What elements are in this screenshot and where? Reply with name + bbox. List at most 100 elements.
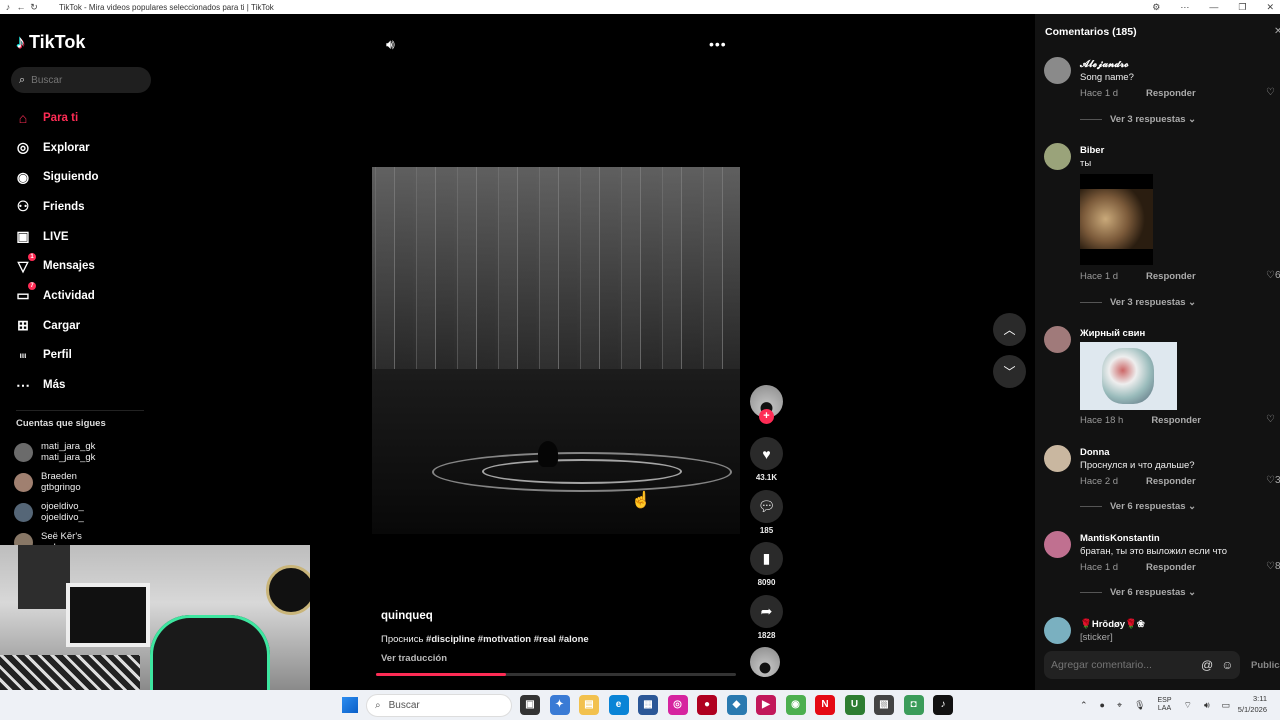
language-indicator[interactable]: ESP LAA	[1158, 697, 1172, 713]
sidebar-search[interactable]: ⌕	[11, 67, 151, 93]
comment-author[interactable]: Жирный свин	[1080, 328, 1145, 339]
heart-icon[interactable]: ♥	[750, 437, 783, 470]
video-progress-bar[interactable]	[376, 673, 736, 676]
close-button[interactable]: ✕	[1266, 0, 1274, 14]
comment-like[interactable]: ♡	[1266, 87, 1275, 98]
capcut-icon[interactable]: ▶	[756, 695, 776, 715]
sidebar-item-perfil[interactable]: ιιι Perfil	[14, 341, 154, 371]
view-replies-button[interactable]: Ver 3 respuestas ⌄	[1080, 114, 1196, 125]
chevron-up-icon[interactable]: ⌃	[1080, 700, 1088, 711]
reply-button[interactable]: Responder	[1146, 88, 1196, 99]
emoji-icon[interactable]: ☺	[1221, 658, 1233, 672]
taskbar-search[interactable]: ⌕ Buscar	[366, 694, 512, 717]
chrome-icon[interactable]: ◉	[785, 695, 806, 715]
caption-hashtags[interactable]: #discipline #motivation #real #alone	[426, 634, 589, 645]
back-icon[interactable]: ←	[16, 2, 26, 12]
file-explorer-icon[interactable]: ▤	[579, 695, 599, 715]
music-disc-icon[interactable]	[750, 647, 780, 677]
instagram-icon[interactable]: ◎	[667, 695, 688, 715]
avatar[interactable]	[1044, 617, 1071, 644]
next-video-button[interactable]: ﹀	[993, 355, 1026, 388]
previous-video-button[interactable]: ︿	[993, 313, 1026, 346]
publish-button[interactable]: Publicar	[1251, 660, 1280, 671]
app-red-icon[interactable]: ●	[697, 695, 717, 715]
share-icon[interactable]: ➦	[750, 595, 783, 628]
store-icon[interactable]: ▦	[638, 695, 658, 715]
maximize-button[interactable]: ❐	[1238, 0, 1246, 14]
avatar[interactable]	[1044, 531, 1071, 558]
comment-icon[interactable]: 💬︎	[750, 490, 783, 523]
following-account[interactable]: Braeden gtbgringo	[14, 467, 95, 497]
comment-action[interactable]: 💬︎ 185	[750, 490, 783, 535]
view-replies-button[interactable]: Ver 3 respuestas ⌄	[1080, 297, 1196, 308]
app-tray-icon[interactable]: ●	[1100, 700, 1105, 710]
reply-button[interactable]: Responder	[1146, 476, 1196, 487]
wifi-icon[interactable]: ⌔	[1184, 700, 1192, 711]
more-options-icon[interactable]: •••	[709, 36, 727, 52]
sidebar-item-mas[interactable]: ⋯ Más	[14, 370, 154, 400]
sidebar-item-explorar[interactable]: ◎ Explorar	[14, 133, 154, 163]
comment-input-box[interactable]: @ ☺	[1044, 651, 1240, 679]
tiktok-logo[interactable]: ♪ TikTok	[16, 32, 85, 53]
avatar[interactable]	[1044, 143, 1071, 170]
reply-button[interactable]: Responder	[1146, 271, 1196, 282]
copilot-icon[interactable]: ✦	[549, 695, 570, 715]
netflix-icon[interactable]: N	[815, 695, 835, 715]
pin-icon[interactable]: ⌖	[1117, 700, 1122, 711]
avatar[interactable]	[1044, 445, 1071, 472]
battery-icon[interactable]: ▭	[1222, 700, 1231, 711]
author-avatar-button[interactable]: +	[750, 385, 783, 424]
video-author[interactable]: quinqueq	[381, 610, 433, 622]
save-action[interactable]: ▮ 8090	[750, 542, 783, 587]
sidebar-item-friends[interactable]: ⚇ Friends	[14, 192, 154, 222]
notes-icon[interactable]: ▧	[874, 695, 894, 715]
avatar[interactable]	[1044, 57, 1071, 84]
sound-disc[interactable]	[750, 647, 783, 677]
comment-like[interactable]: ♡	[1266, 414, 1275, 425]
share-action[interactable]: ➦ 1828	[750, 595, 783, 640]
sidebar-item-para-ti[interactable]: ⌂ Para ti	[14, 103, 154, 133]
comment-like[interactable]: ♡6	[1266, 270, 1280, 281]
microphone-icon[interactable]: 🎙︎	[1134, 700, 1145, 711]
comment-author[interactable]: MantisKonstantin	[1080, 533, 1160, 544]
comment-author[interactable]: 𝓐𝓵𝓮𝓳𝓪𝓷𝓭𝓻𝓸	[1080, 59, 1129, 70]
video-player[interactable]	[372, 167, 740, 534]
comment-author[interactable]: Biber	[1080, 145, 1104, 156]
sidebar-item-siguiendo[interactable]: ◉ Siguiendo	[14, 162, 154, 192]
settings-icon[interactable]: ⋯	[1180, 0, 1189, 14]
taskbar-clock[interactable]: 3:11 5/1/2026	[1231, 693, 1267, 715]
close-icon[interactable]: ✕	[1274, 26, 1280, 37]
view-replies-button[interactable]: Ver 6 respuestas ⌄	[1080, 587, 1196, 598]
comment-author[interactable]: Donna	[1080, 447, 1110, 458]
avatar[interactable]	[1044, 326, 1071, 353]
volume-icon[interactable]: 🔊︎	[386, 36, 395, 53]
sidebar-item-live[interactable]: ▣ LIVE	[14, 222, 154, 252]
comment-input[interactable]	[1051, 659, 1199, 671]
translate-link[interactable]: Ver traducción	[381, 653, 447, 664]
tiktok-app-icon[interactable]: ♪	[933, 695, 953, 715]
app-green-icon[interactable]: ◘	[903, 695, 924, 715]
comment-like[interactable]: ♡30	[1266, 475, 1280, 486]
bookmark-icon[interactable]: ▮	[750, 542, 783, 575]
mention-icon[interactable]: @	[1201, 658, 1213, 672]
following-account[interactable]: mati_jara_gk mati_jara_gk	[14, 437, 95, 467]
task-view-icon[interactable]: ▣	[520, 695, 540, 715]
view-replies-button[interactable]: Ver 6 respuestas ⌄	[1080, 501, 1196, 512]
comment-like[interactable]: ♡8	[1266, 561, 1280, 572]
follow-plus-icon[interactable]: +	[759, 409, 774, 424]
reload-icon[interactable]: ↻	[29, 2, 39, 12]
search-input[interactable]	[31, 74, 132, 86]
windows-start-icon[interactable]	[342, 697, 358, 713]
extensions-icon[interactable]: ⚙	[1152, 0, 1160, 14]
volume-tray-icon[interactable]: 🔊︎	[1204, 700, 1210, 711]
comment-author[interactable]: 🌹Hrōdøy🌹❀	[1080, 619, 1145, 630]
following-account[interactable]: ojoeldivo_ ojoeldivo_	[14, 497, 95, 527]
sidebar-item-cargar[interactable]: ⊞ Cargar	[14, 311, 154, 341]
upwork-icon[interactable]: U	[844, 695, 865, 715]
shield-icon[interactable]: ◆	[726, 695, 747, 715]
reply-button[interactable]: Responder	[1151, 415, 1201, 426]
sidebar-item-mensajes[interactable]: ▽ 1 Mensajes	[14, 251, 154, 281]
edge-icon[interactable]: e	[608, 695, 629, 715]
sidebar-item-actividad[interactable]: ▭ 7 Actividad	[14, 281, 154, 311]
reply-button[interactable]: Responder	[1146, 562, 1196, 573]
